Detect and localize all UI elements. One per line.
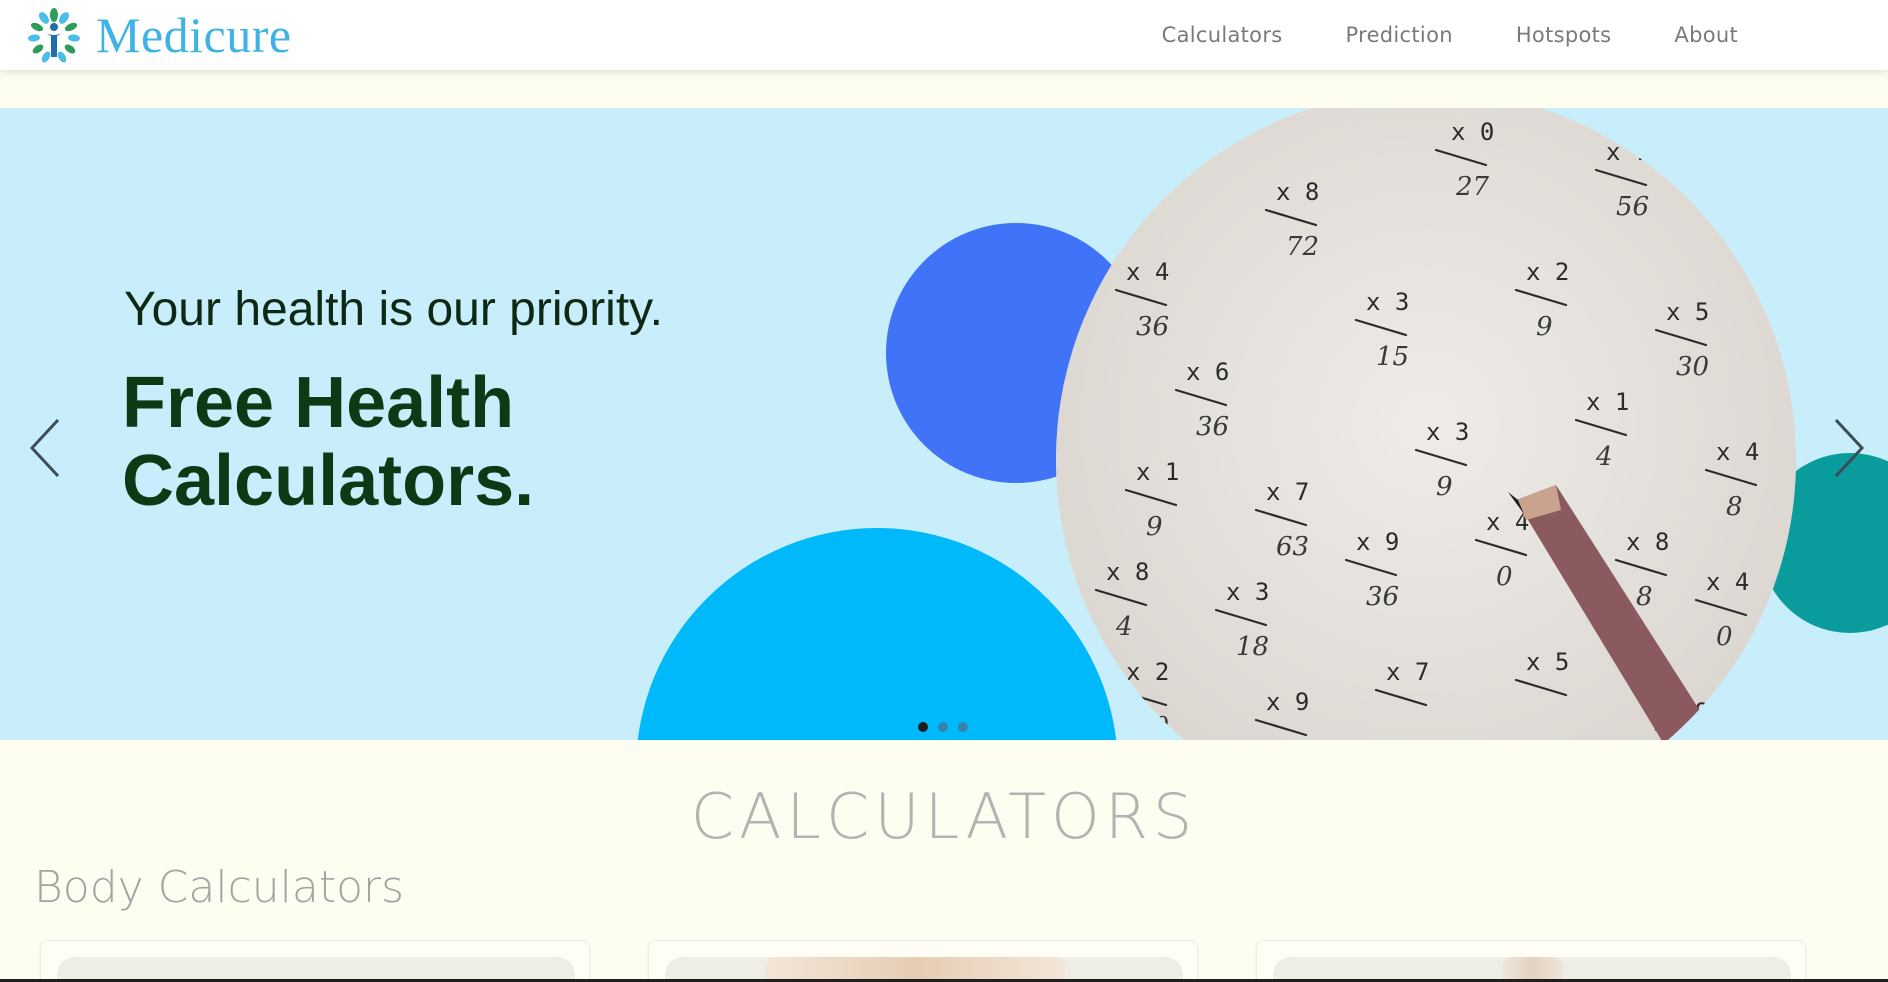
carousel-indicator-3[interactable] [958,722,968,732]
svg-text:9: 9 [1146,512,1163,542]
svg-text:72: 72 [1286,232,1319,262]
svg-text:0: 0 [1716,622,1733,652]
nav-link-hotspots[interactable]: Hotspots [1516,23,1612,47]
svg-text:x 3: x 3 [1366,288,1409,316]
svg-text:x 4: x 4 [1716,438,1759,466]
navbar: Medicure Calculators Prediction Hotspots… [0,0,1888,70]
svg-text:36: 36 [1366,582,1399,612]
svg-text:x 7: x 7 [1266,478,1309,506]
carousel-prev-button[interactable] [18,408,78,488]
hero-title: Free Health Calculators. [122,363,535,521]
svg-text:x 8: x 8 [1106,558,1149,586]
nav-link-about[interactable]: About [1674,23,1738,47]
svg-text:x 8: x 8 [1276,178,1319,206]
calculator-card[interactable] [648,940,1198,982]
svg-text:30: 30 [1676,352,1709,382]
body-calculators-heading: Body Calculators [34,862,405,913]
svg-text:36: 36 [1196,412,1229,442]
svg-text:x 0: x 0 [1451,118,1494,146]
svg-text:x 1: x 1 [1586,388,1629,416]
decorative-cyan-circle [636,528,1118,740]
svg-text:x 9: x 9 [1266,688,1309,716]
calculator-card[interactable] [1256,940,1806,982]
svg-text:0: 0 [1496,562,1513,592]
carousel-indicators [918,722,978,732]
svg-text:9: 9 [1536,312,1553,342]
svg-text:8: 8 [1636,582,1653,612]
svg-text:56: 56 [1616,192,1649,222]
math-worksheet-photo: x 4x 8x 0 x 7x 6x 3 x 2x 5x 1 x 7x 3x 1 … [1056,108,1796,740]
nav-link-calculators[interactable]: Calculators [1162,23,1283,47]
hero-carousel: x 4x 8x 0 x 7x 6x 3 x 2x 5x 1 x 7x 3x 1 … [0,108,1888,740]
chevron-left-icon [29,418,60,478]
carousel-indicator-1[interactable] [918,722,928,732]
svg-text:x 3: x 3 [1426,418,1469,446]
svg-text:27: 27 [1455,172,1490,202]
svg-text:x 8: x 8 [1626,528,1669,556]
svg-text:4: 4 [1595,442,1613,472]
svg-text:36: 36 [1136,312,1169,342]
svg-text:x 6: x 6 [1186,358,1229,386]
nav-link-prediction[interactable]: Prediction [1346,23,1453,47]
hero-subtitle: Your health is our priority. [124,283,663,336]
brand-name: Medicure [96,7,292,63]
carousel-next-button[interactable] [1816,408,1876,488]
svg-text:4: 4 [1115,612,1133,642]
calculators-heading: CALCULATORS [690,780,1198,853]
svg-text:8: 8 [1726,492,1743,522]
brand[interactable]: Medicure [24,5,292,65]
svg-text:x 2: x 2 [1526,258,1569,286]
svg-text:x 7: x 7 [1386,658,1429,686]
svg-text:x 4: x 4 [1126,258,1169,286]
svg-text:15: 15 [1376,342,1409,372]
svg-text:10: 10 [1136,712,1169,740]
svg-text:x 5: x 5 [1526,648,1569,676]
svg-text:x 9: x 9 [1356,528,1399,556]
svg-text:x 5: x 5 [1666,298,1709,326]
nav-links: Calculators Prediction Hotspots About [1099,0,1738,70]
calculator-card[interactable] [40,940,590,982]
tree-person-logo-icon [24,5,84,65]
svg-text:63: 63 [1276,532,1309,562]
svg-text:x 3: x 3 [1226,578,1269,606]
svg-text:x 1: x 1 [1136,458,1179,486]
svg-text:x 2: x 2 [1126,658,1169,686]
svg-text:x 4: x 4 [1706,568,1749,596]
svg-text:18: 18 [1236,632,1269,662]
svg-text:x 7: x 7 [1606,138,1649,166]
svg-text:9: 9 [1436,472,1453,502]
carousel-indicator-2[interactable] [938,722,948,732]
chevron-right-icon [1834,418,1865,478]
